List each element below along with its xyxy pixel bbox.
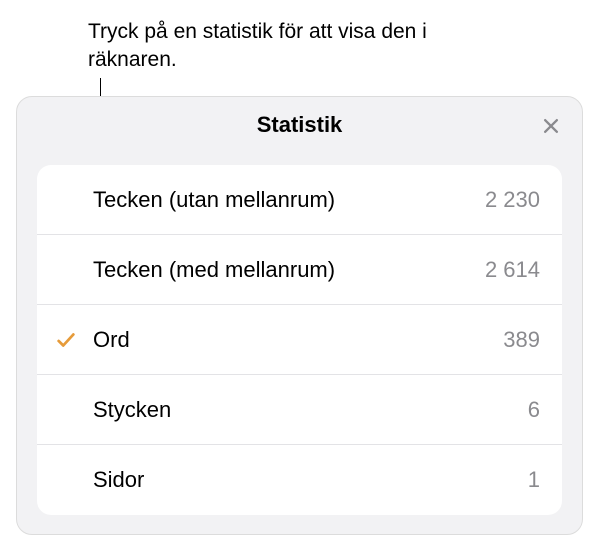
panel-header: Statistik — [17, 97, 582, 153]
stat-label: Stycken — [93, 397, 528, 423]
stat-row-paragraphs[interactable]: Stycken 6 — [37, 375, 562, 445]
close-icon — [541, 116, 561, 136]
checkmark-icon — [55, 329, 77, 351]
stat-row-characters-with-spaces[interactable]: Tecken (med mellanrum) 2 614 — [37, 235, 562, 305]
stat-label: Tecken (med mellanrum) — [93, 257, 485, 283]
stat-value: 1 — [528, 467, 540, 493]
stat-value: 389 — [503, 327, 540, 353]
panel-title: Statistik — [257, 112, 343, 138]
stat-row-characters-no-spaces[interactable]: Tecken (utan mellanrum) 2 230 — [37, 165, 562, 235]
statistics-list: Tecken (utan mellanrum) 2 230 Tecken (me… — [37, 165, 562, 515]
stat-value: 2 614 — [485, 257, 540, 283]
close-button[interactable] — [536, 111, 566, 141]
callout-text: Tryck på en statistik för att visa den i… — [88, 18, 438, 75]
stat-label: Sidor — [93, 467, 528, 493]
stat-value: 2 230 — [485, 187, 540, 213]
stat-label: Ord — [93, 327, 503, 353]
stat-label: Tecken (utan mellanrum) — [93, 187, 485, 213]
stat-row-pages[interactable]: Sidor 1 — [37, 445, 562, 515]
stat-row-words[interactable]: Ord 389 — [37, 305, 562, 375]
stat-value: 6 — [528, 397, 540, 423]
statistics-panel: Statistik Tecken (utan mellanrum) 2 230 … — [16, 96, 583, 535]
